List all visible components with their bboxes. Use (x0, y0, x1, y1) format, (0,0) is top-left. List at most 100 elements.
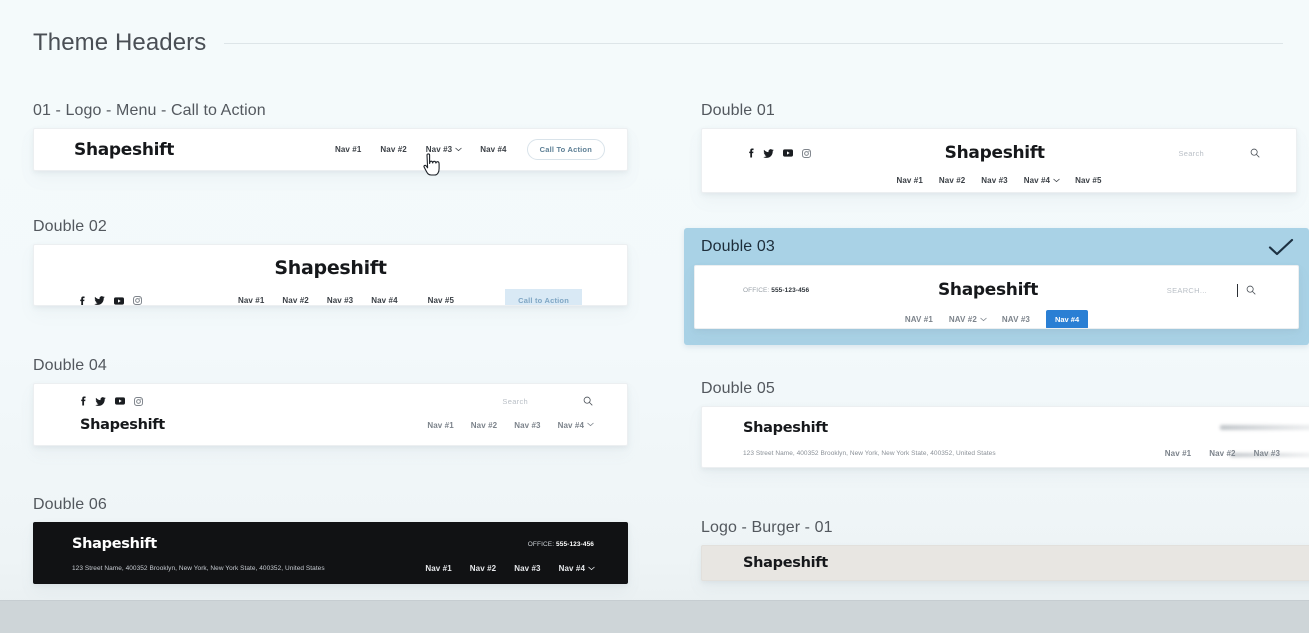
nav-item[interactable]: Nav #5 (1075, 176, 1101, 185)
header-preview-card[interactable]: Shapeshift (33, 244, 628, 306)
nav-item-dropdown[interactable]: Nav #4 (1023, 176, 1060, 185)
header-preview-card[interactable]: Shapeshift OFFIC 123 Street Name, 400352… (701, 406, 1309, 468)
search-area[interactable]: Search (502, 396, 593, 406)
call-to-action-button[interactable]: Call To Action (526, 139, 605, 160)
nav-item[interactable]: Nav #4 (371, 296, 397, 305)
address-text: 123 Street Name, 400352 Brooklyn, New Yo… (72, 565, 325, 572)
nav-item[interactable]: Nav #1 (896, 176, 922, 185)
selected-section-header: Double 03 (694, 236, 1299, 265)
youtube-icon[interactable] (115, 397, 125, 405)
nav-item[interactable]: Nav #3 (327, 296, 353, 305)
header-preview-card[interactable]: Shapeshift OFFICE: 555-123-456 123 Stree… (33, 522, 628, 584)
nav-item[interactable]: Nav #4 (480, 145, 506, 154)
nav-menu[interactable]: Nav #1 Nav #2 Nav #3 Nav #4 (425, 564, 595, 573)
nav-button-highlighted[interactable]: Nav #4 (1045, 310, 1089, 328)
section-double-03[interactable]: Double 03 OFFICE: 555-123-456 Shapeshift… (684, 228, 1309, 345)
nav-item-label: Nav #4 (1023, 176, 1051, 185)
instagram-icon[interactable] (134, 396, 143, 406)
header-preview-card[interactable]: Shapeshift Nav #1 Nav #2 Nav #3 Nav #4 C… (33, 128, 628, 171)
search-input[interactable]: Search (502, 397, 528, 406)
brand-logo: Shapeshift (743, 420, 828, 436)
nav-item[interactable]: Nav #2 (470, 564, 496, 573)
brand-logo: Shapeshift (937, 280, 1039, 300)
search-input[interactable]: Search (1178, 149, 1204, 158)
section-label: Double 02 (33, 218, 107, 235)
section-label: Double 05 (701, 380, 775, 397)
nav-menu[interactable]: Nav #1 Nav #2 Nav #3 Nav #4 Nav #5 (702, 176, 1296, 185)
twitter-icon[interactable] (94, 296, 105, 305)
nav-item[interactable]: Nav #1 (427, 421, 453, 430)
office-label: OFFICE: (527, 540, 555, 548)
nav-item[interactable]: Nav #2 (471, 421, 497, 430)
nav-item[interactable]: Nav #1 (238, 296, 264, 305)
section-double-04[interactable]: Double 04 Search Shapeshift Nav #1 Nav #… (33, 357, 628, 446)
page-title: Theme Headers (33, 29, 207, 56)
social-links[interactable] (80, 396, 143, 406)
nav-item[interactable]: Nav #5 (428, 296, 454, 305)
nav-item-dropdown[interactable]: Nav #4 (558, 421, 594, 430)
nav-item[interactable]: Nav #2 (282, 296, 308, 305)
search-divider (1237, 283, 1238, 297)
nav-menu[interactable]: Nav #1 Nav #2 Nav #3 Nav #4 (427, 421, 594, 430)
header-preview-card[interactable]: Shapeshift (701, 545, 1309, 581)
office-number: 555-123-456 (771, 286, 810, 294)
facebook-icon[interactable] (748, 148, 754, 158)
nav-item[interactable]: NAV #3 (1002, 315, 1030, 324)
nav-item[interactable]: Nav #3 (981, 176, 1007, 185)
header-preview-card[interactable]: OFFICE: 555-123-456 Shapeshift SEARCH... (694, 265, 1299, 329)
nav-item[interactable]: Nav #3 (514, 421, 540, 430)
twitter-icon[interactable] (763, 148, 774, 158)
nav-item-dropdown[interactable]: Nav #4 (559, 564, 595, 573)
nav-menu[interactable]: NAV #1 NAV #2 NAV #3 Nav #4 (695, 310, 1298, 328)
section-logo-menu-cta[interactable]: 01 - Logo - Menu - Call to Action Shapes… (33, 102, 628, 176)
social-links[interactable] (748, 148, 811, 158)
section-double-01[interactable]: Double 01 Shapeshift Search Nav #1 Nav #… (701, 102, 1297, 193)
nav-item-dropdown[interactable]: Nav #3 (425, 145, 462, 154)
section-double-05[interactable]: Double 05 Shapeshift OFFIC 123 Street Na… (701, 380, 1309, 468)
search-icon[interactable] (583, 396, 593, 406)
nav-item[interactable]: Nav #1 (335, 145, 361, 154)
section-double-02[interactable]: Double 02 Shapeshift Nav #1 Nav #2 Nav #… (33, 218, 628, 306)
nav-item-dropdown[interactable]: NAV #2 (949, 315, 987, 324)
social-links[interactable] (79, 296, 142, 305)
office-label: OFFICE: (743, 286, 770, 294)
nav-item[interactable]: NAV #1 (905, 315, 933, 324)
section-label: Double 06 (33, 496, 107, 513)
search-icon[interactable] (1250, 148, 1260, 158)
section-double-06[interactable]: Double 06 Shapeshift OFFICE: 555-123-456… (33, 496, 628, 584)
twitter-icon[interactable] (95, 396, 106, 406)
nav-item[interactable]: Nav #2 (380, 145, 406, 154)
title-divider (224, 42, 1283, 44)
brand-logo: Shapeshift (944, 143, 1045, 163)
section-logo-burger-01[interactable]: Logo - Burger - 01 Shapeshift (701, 519, 1309, 581)
nav-item-label: Nav #3 (425, 145, 453, 154)
office-phone: OFFICE: 555-123-456 (528, 541, 594, 548)
search-input[interactable]: SEARCH... (1167, 286, 1207, 295)
call-to-action-button[interactable]: Call to Action (505, 289, 582, 305)
section-label: 01 - Logo - Menu - Call to Action (33, 102, 266, 119)
nav-item[interactable]: Nav #2 (939, 176, 965, 185)
brand-logo: Shapeshift (80, 417, 165, 433)
youtube-icon[interactable] (114, 296, 124, 305)
nav-menu[interactable]: Nav #1 Nav #2 Nav #3 Nav #4 (335, 145, 507, 154)
search-area[interactable]: SEARCH... (1167, 283, 1256, 297)
youtube-icon[interactable] (783, 149, 793, 157)
office-phone: OFFICE: 555-123-456 (743, 287, 809, 294)
brand-logo: Shapeshift (743, 555, 828, 571)
nav-item[interactable]: Nav #1 (425, 564, 451, 573)
nav-menu[interactable]: Nav #1 Nav #2 Nav #3 Nav #4 Nav #5 (238, 296, 454, 305)
facebook-icon[interactable] (79, 296, 85, 305)
selected-section-wrapper[interactable]: Double 03 OFFICE: 555-123-456 Shapeshift… (684, 228, 1309, 345)
header-preview-card[interactable]: Shapeshift Search Nav #1 Nav #2 Nav #3 N… (701, 128, 1297, 193)
instagram-icon[interactable] (802, 148, 811, 158)
search-icon[interactable] (1246, 285, 1256, 295)
facebook-icon[interactable] (80, 396, 86, 406)
instagram-icon[interactable] (133, 296, 142, 305)
office-number: 555-123-456 (556, 540, 594, 548)
theme-headers-page: Theme Headers 01 - Logo - Menu - Call to… (0, 0, 1309, 633)
nav-item[interactable]: Nav #1 (1165, 449, 1191, 458)
search-area[interactable]: Search (1178, 148, 1260, 158)
header-preview-card[interactable]: Search Shapeshift Nav #1 Nav #2 Nav #3 N… (33, 383, 628, 446)
nav-item[interactable]: Nav #3 (514, 564, 540, 573)
chevron-down-icon (455, 147, 462, 153)
